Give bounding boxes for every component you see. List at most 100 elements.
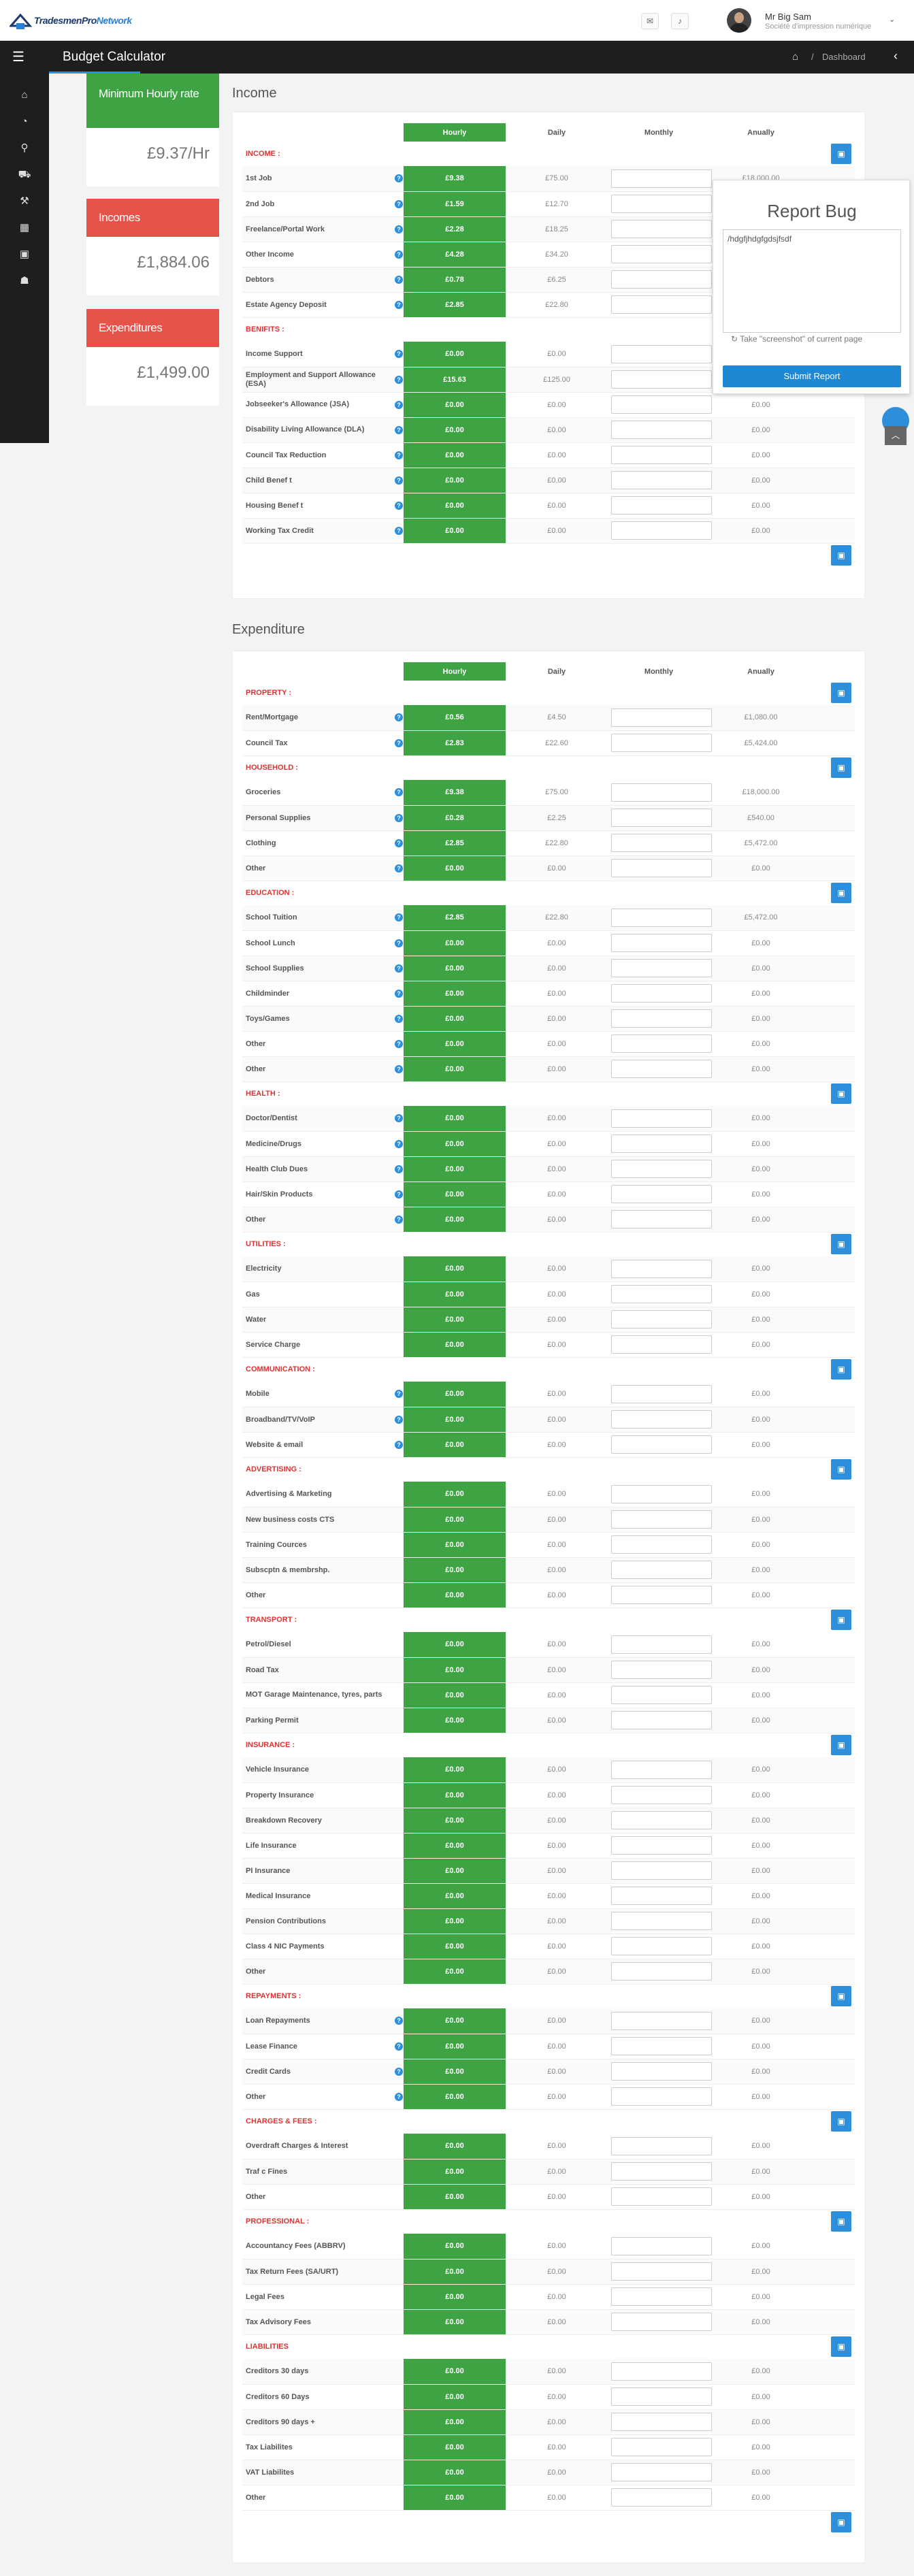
monthly-input[interactable] (611, 1586, 712, 1604)
save-icon[interactable]: ▣ (831, 1610, 851, 1631)
save-icon[interactable]: ▣ (831, 1986, 851, 2007)
monthly-input[interactable] (611, 395, 712, 414)
save-icon[interactable]: ▣ (831, 1459, 851, 1480)
monthly-input[interactable] (611, 2313, 712, 2331)
help-icon[interactable]: ? (395, 913, 403, 922)
home-icon[interactable]: ⌂ (0, 83, 49, 108)
help-icon[interactable]: ? (395, 174, 403, 183)
help-icon[interactable]: ? (395, 1415, 403, 1424)
save-icon[interactable]: ▣ (831, 683, 851, 703)
monthly-input[interactable] (611, 471, 712, 489)
monthly-input[interactable] (611, 1259, 712, 1278)
monthly-input[interactable] (611, 2037, 712, 2055)
logo[interactable]: TradesmenProNetwork (10, 10, 132, 31)
help-icon[interactable]: ? (395, 1190, 403, 1199)
monthly-input[interactable] (611, 908, 712, 927)
monthly-input[interactable] (611, 1686, 712, 1704)
monthly-input[interactable] (611, 1510, 712, 1529)
monthly-input[interactable] (611, 1285, 712, 1303)
save-icon[interactable]: ▣ (831, 1083, 851, 1105)
help-icon[interactable]: ? (395, 2017, 403, 2025)
monthly-input[interactable] (611, 1561, 712, 1579)
help-icon[interactable]: ? (395, 451, 403, 459)
monthly-input[interactable] (611, 2387, 712, 2406)
monthly-input[interactable] (611, 195, 712, 213)
save-icon[interactable]: ▣ (831, 2336, 851, 2358)
monthly-input[interactable] (611, 446, 712, 464)
monthly-input[interactable] (611, 1335, 712, 1354)
monthly-input[interactable] (611, 809, 712, 827)
money-icon[interactable]: ▣ (0, 242, 49, 267)
screenshot-option[interactable]: ↻ Take "screenshot" of current page (731, 334, 862, 344)
monthly-input[interactable] (611, 2262, 712, 2281)
monthly-input[interactable] (611, 295, 712, 314)
monthly-input[interactable] (611, 834, 712, 852)
monthly-input[interactable] (611, 1310, 712, 1328)
mail-icon[interactable]: ✉ (641, 13, 659, 29)
monthly-input[interactable] (611, 1861, 712, 1880)
monthly-input[interactable] (611, 1410, 712, 1429)
monthly-input[interactable] (611, 859, 712, 877)
monthly-input[interactable] (611, 708, 712, 727)
help-icon[interactable]: ? (395, 1064, 403, 1073)
breadcrumb[interactable]: Dashboard (822, 52, 866, 62)
monthly-input[interactable] (611, 2062, 712, 2081)
help-icon[interactable]: ? (395, 425, 403, 434)
monthly-input[interactable] (611, 2187, 712, 2206)
monthly-input[interactable] (611, 245, 712, 263)
help-icon[interactable]: ? (395, 250, 403, 259)
monthly-input[interactable] (611, 1060, 712, 1078)
help-icon[interactable]: ? (395, 1139, 403, 1148)
monthly-input[interactable] (611, 1912, 712, 1930)
monthly-input[interactable] (611, 1435, 712, 1454)
help-icon[interactable]: ? (395, 788, 403, 797)
monthly-input[interactable] (611, 1535, 712, 1554)
help-icon[interactable]: ? (395, 989, 403, 998)
help-icon[interactable]: ? (395, 1215, 403, 1224)
monthly-input[interactable] (611, 1160, 712, 1178)
monthly-input[interactable] (611, 1836, 712, 1855)
monthly-input[interactable] (611, 496, 712, 515)
monthly-input[interactable] (611, 1009, 712, 1028)
help-icon[interactable]: ? (395, 1164, 403, 1173)
monthly-input[interactable] (611, 2413, 712, 2431)
monthly-input[interactable] (611, 1635, 712, 1654)
calendar-icon[interactable]: ▦ (0, 216, 49, 240)
help-icon[interactable]: ? (395, 375, 403, 384)
wrench-icon[interactable]: ⚒ (0, 189, 49, 214)
help-icon[interactable]: ? (395, 738, 403, 747)
save-icon[interactable]: ▣ (831, 2512, 851, 2533)
monthly-input[interactable] (611, 2362, 712, 2381)
monthly-input[interactable] (611, 2463, 712, 2481)
monthly-input[interactable] (611, 2236, 712, 2255)
monthly-input[interactable] (611, 1937, 712, 1955)
monthly-input[interactable] (611, 2087, 712, 2106)
help-icon[interactable]: ? (395, 476, 403, 485)
monthly-input[interactable] (611, 984, 712, 1002)
submit-report-button[interactable]: Submit Report (723, 365, 901, 387)
save-icon[interactable]: ▣ (831, 1359, 851, 1380)
monthly-input[interactable] (611, 959, 712, 977)
save-icon[interactable]: ▣ (831, 883, 851, 904)
chevron-up-icon[interactable]: ︿ (885, 426, 907, 445)
help-icon[interactable]: ? (395, 2042, 403, 2051)
help-icon[interactable]: ? (395, 1114, 403, 1123)
save-icon[interactable]: ▣ (831, 2111, 851, 2132)
monthly-input[interactable] (611, 1034, 712, 1053)
help-icon[interactable]: ? (395, 964, 403, 973)
home-icon[interactable]: ⌂ (792, 51, 798, 63)
help-icon[interactable]: ? (395, 199, 403, 208)
user-name[interactable]: Mr Big Sam (765, 12, 811, 22)
monthly-input[interactable] (611, 1711, 712, 1729)
help-icon[interactable]: ? (395, 1039, 403, 1048)
report-bug-textarea[interactable]: /hdgfjhdgfgdsjfsdf (723, 229, 901, 333)
monthly-input[interactable] (611, 934, 712, 952)
help-icon[interactable]: ? (395, 350, 403, 359)
monthly-input[interactable] (611, 1887, 712, 1905)
monthly-input[interactable] (611, 1661, 712, 1679)
help-icon[interactable]: ? (395, 526, 403, 535)
monthly-input[interactable] (611, 734, 712, 752)
chevron-left-icon[interactable]: ‹ (894, 49, 898, 63)
save-icon[interactable]: ▣ (831, 144, 851, 164)
monthly-input[interactable] (611, 270, 712, 289)
